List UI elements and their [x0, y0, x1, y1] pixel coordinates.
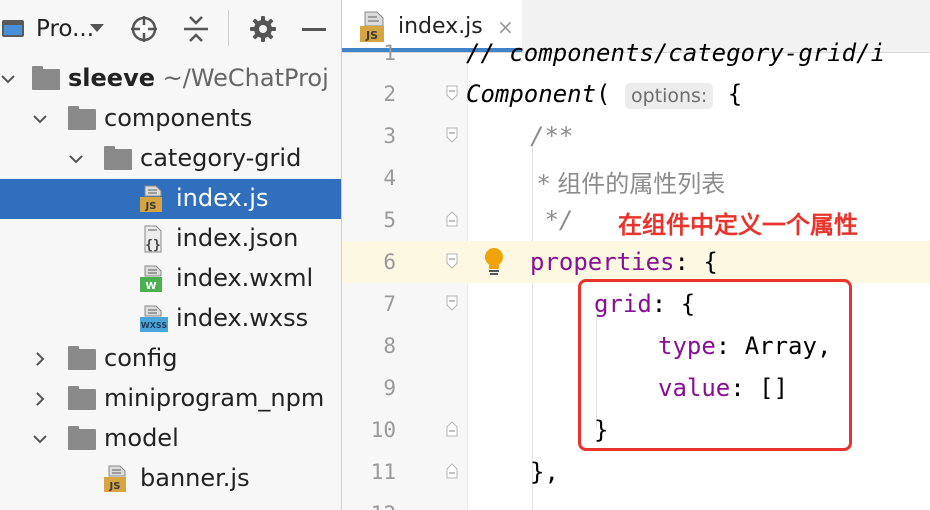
code-line-2: 2 Component( options: { [342, 73, 930, 115]
fold-icon[interactable] [446, 295, 458, 311]
tree-item-label: components [104, 104, 253, 132]
project-view-selector[interactable]: Pro... [36, 16, 94, 42]
parameter-hint: options: [624, 83, 714, 109]
folder-icon [68, 386, 96, 410]
tree-item-index-wxss[interactable]: WXSS index.wxss [0, 299, 341, 339]
folder-icon [104, 146, 132, 170]
chevron-right-icon[interactable] [32, 351, 48, 367]
locate-file-icon[interactable] [130, 15, 158, 43]
fold-end-icon[interactable] [446, 463, 458, 479]
code-comment: */ [530, 206, 574, 234]
code-line-6: 6 properties: { [342, 241, 930, 283]
folder-icon [68, 426, 96, 450]
tree-item-label: config [104, 344, 178, 372]
hide-panel-icon[interactable] [302, 28, 326, 31]
code-line-3: 3 /** [342, 115, 930, 157]
project-panel-toolbar: Pro... [0, 0, 341, 56]
code-comment: /** [530, 122, 574, 150]
tree-item-model[interactable]: model [0, 419, 341, 459]
tree-item-label: sleeve ~/WeChatProj [68, 64, 329, 92]
tree-item-index-json[interactable]: {} index.json [0, 219, 341, 259]
line-number: 5 [383, 208, 396, 232]
folder-icon [68, 106, 96, 130]
chevron-down-icon[interactable] [32, 111, 48, 127]
tree-item-components[interactable]: components [0, 99, 341, 139]
wxss-file-icon: WXSS [140, 305, 168, 332]
line-number: 4 [383, 166, 396, 190]
svg-text:{}: {} [145, 238, 161, 253]
line-number: 6 [383, 250, 396, 274]
code-text: properties: { [530, 248, 718, 276]
tree-item-config[interactable]: config [0, 339, 341, 379]
code-line-11: 11 }, [342, 451, 930, 493]
lightbulb-icon[interactable] [482, 247, 506, 277]
line-number: 8 [383, 334, 396, 358]
svg-text:JS: JS [109, 481, 121, 492]
svg-text:WXSS: WXSS [141, 321, 167, 330]
tree-item-label: index.js [176, 184, 269, 212]
json-file-icon: {} [144, 225, 162, 253]
code-line-1: 1 // components/category-grid/i [342, 32, 930, 74]
highlight-box [578, 279, 852, 451]
line-number: 7 [383, 292, 396, 316]
tree-item-index-wxml[interactable]: W index.wxml [0, 259, 341, 299]
tree-item-sleeve[interactable]: sleeve ~/WeChatProj [0, 59, 341, 99]
js-file-icon: JS [104, 465, 126, 492]
chevron-down-icon[interactable] [32, 431, 48, 447]
chevron-right-icon[interactable] [32, 391, 48, 407]
tree-item-miniprogram-npm[interactable]: miniprogram_npm [0, 379, 341, 419]
tree-item-banner-js[interactable]: JS banner.js [0, 459, 341, 499]
line-number: 10 [370, 418, 396, 442]
gear-icon[interactable] [249, 15, 277, 43]
code-line-4: 4 * 组件的属性列表 [342, 157, 930, 199]
svg-text:JS: JS [145, 201, 157, 212]
svg-text:W: W [145, 281, 156, 292]
line-number: 12 [342, 502, 396, 510]
tree-item-label: index.wxss [176, 304, 309, 332]
fold-icon[interactable] [446, 253, 458, 269]
line-number: 3 [383, 124, 396, 148]
code-text: }, [530, 458, 559, 486]
collapse-all-icon[interactable] [183, 15, 209, 43]
code-comment: * 组件的属性列表 [530, 170, 726, 198]
chevron-down-icon[interactable] [68, 151, 84, 167]
tree-item-label: banner.js [140, 464, 250, 492]
js-file-icon: JS [140, 185, 162, 212]
fold-end-icon[interactable] [446, 421, 458, 437]
folder-icon [32, 66, 60, 90]
line-number: 1 [383, 41, 396, 65]
wxml-file-icon: W [140, 265, 162, 292]
line-number: 2 [383, 82, 396, 106]
code-comment: // components/category-grid/i [466, 39, 886, 67]
annotation-label: 在组件中定义一个属性 [618, 211, 858, 239]
toolbar-divider [228, 10, 229, 46]
chevron-down-icon[interactable] [90, 24, 104, 32]
fold-icon[interactable] [446, 127, 458, 143]
tree-item-category-grid[interactable]: category-grid [0, 139, 341, 179]
code-line-12: 12 [342, 493, 930, 510]
line-number: 9 [383, 376, 396, 400]
tree-item-label: model [104, 424, 179, 452]
fold-end-icon[interactable] [446, 211, 458, 227]
code-text: Component( options: { [466, 80, 743, 109]
folder-icon [68, 346, 96, 370]
project-window-icon [2, 20, 24, 37]
tree-item-label: index.json [176, 224, 299, 252]
tree-item-label: index.wxml [176, 264, 314, 292]
tree-item-label: miniprogram_npm [104, 384, 325, 412]
tree-item-index-js[interactable]: JS index.js [0, 179, 341, 219]
chevron-down-icon[interactable] [0, 71, 16, 87]
fold-icon[interactable] [446, 85, 458, 101]
line-number: 11 [370, 460, 396, 484]
tree-item-label: category-grid [140, 144, 302, 172]
project-panel: Pro... sleeve ~/WeChatProj components ca… [0, 0, 341, 510]
